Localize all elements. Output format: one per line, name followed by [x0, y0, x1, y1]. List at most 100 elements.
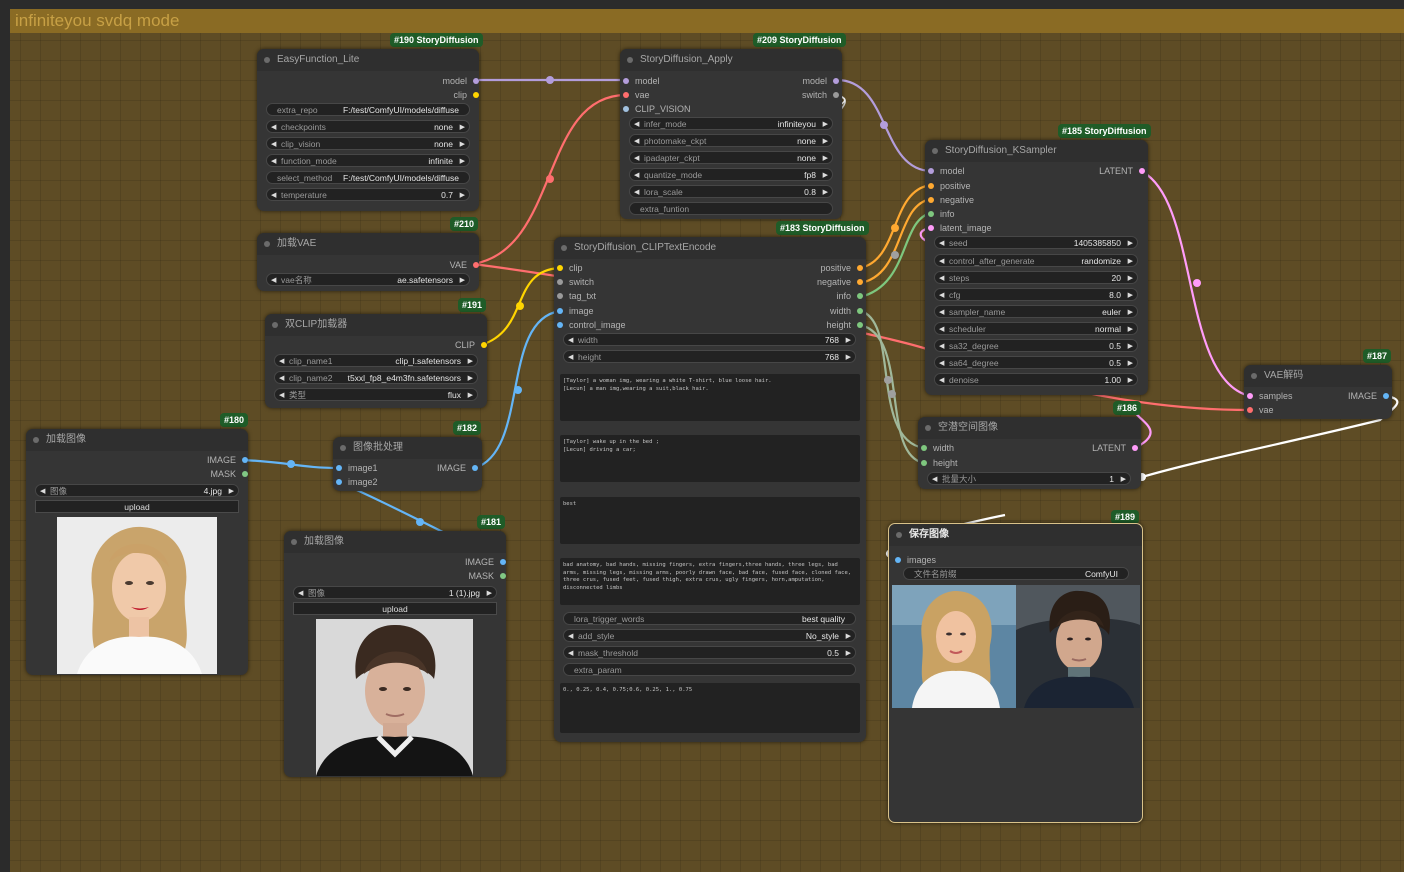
input-control-image[interactable]: control_image	[557, 318, 659, 332]
widget-lora-scale[interactable]: ◀ lora_scale 0.8 ▶	[629, 185, 833, 198]
upload-button[interactable]: upload	[293, 602, 497, 615]
widget-scheduler[interactable]: ◀ scheduler normal ▶	[934, 322, 1138, 335]
node-title[interactable]: 图像批处理	[333, 437, 482, 459]
widget-mask-threshold[interactable]: ◀ mask_threshold 0.5 ▶	[563, 646, 856, 659]
output-switch[interactable]: switch	[747, 88, 839, 102]
node-load-image-2[interactable]: 加载图像 IMAGE MASK ◀ 图像 1 (1).jpg ▶ upload	[284, 531, 506, 777]
widget-control-after-generate[interactable]: ◀ control_after_generate randomize ▶	[934, 254, 1138, 267]
widget-clip-name2[interactable]: ◀ clip_name2 t5xxl_fp8_e4m3fn.safetensors ▶	[274, 371, 478, 384]
input-clip-vision[interactable]: CLIP_VISION	[623, 102, 725, 116]
scene-prompt-textarea[interactable]: [Taylor] wake up in the bed ; [Lecun] dr…	[560, 435, 860, 482]
widget-image-select[interactable]: ◀ 图像 1 (1).jpg ▶	[293, 586, 497, 599]
widget-sa64-degree[interactable]: ◀ sa64_degree 0.5 ▶	[934, 356, 1138, 369]
widget-width[interactable]: ◀ width 768 ▶	[563, 333, 856, 346]
widget-batch-size[interactable]: ◀ 批量大小 1 ▶	[927, 472, 1131, 485]
widget-quantize-mode[interactable]: ◀ quantize_mode fp8 ▶	[629, 168, 833, 181]
node-storydiffusion-apply[interactable]: StoryDiffusion_Apply model vae CLIP_VISI…	[620, 49, 842, 219]
output-model[interactable]: model	[747, 74, 839, 88]
widget-extra-param[interactable]: extra_param	[563, 663, 856, 676]
node-title[interactable]: 加载图像	[26, 429, 248, 451]
output-negative[interactable]: negative	[771, 275, 863, 289]
collapse-dot-icon[interactable]	[272, 322, 278, 328]
output-clip[interactable]: CLIP	[395, 338, 487, 352]
widget-clip-type[interactable]: ◀ 类型 flux ▶	[274, 388, 478, 401]
output-info[interactable]: info	[771, 289, 863, 303]
character-prompt-textarea[interactable]: [Taylor] a woman img, wearing a white T-…	[560, 374, 860, 421]
widget-select-method[interactable]: select_method F:/test/ComfyUI/models/diff…	[266, 171, 470, 184]
widget-function-mode[interactable]: ◀ function_mode infinite ▶	[266, 154, 470, 167]
input-clip[interactable]: clip	[557, 261, 639, 275]
output-image[interactable]: IMAGE	[1317, 389, 1389, 403]
output-latent[interactable]: LATENT	[1046, 441, 1138, 455]
widget-cfg[interactable]: ◀ cfg 8.0 ▶	[934, 288, 1138, 301]
upload-button[interactable]: upload	[35, 500, 239, 513]
collapse-dot-icon[interactable]	[33, 437, 39, 443]
node-title[interactable]: 保存图像	[889, 524, 1142, 546]
node-image-batch[interactable]: 图像批处理 image1 image2 IMAGE	[333, 437, 482, 491]
node-title[interactable]: 双CLIP加载器	[265, 314, 487, 336]
output-image[interactable]: IMAGE	[414, 555, 506, 569]
input-model[interactable]: model	[623, 74, 715, 88]
output-image[interactable]: IMAGE	[406, 461, 478, 475]
group-header[interactable]: infiniteyou svdq mode	[10, 9, 1404, 33]
input-images[interactable]: images	[895, 553, 967, 567]
output-image[interactable]: IMAGE	[156, 453, 248, 467]
output-latent[interactable]: LATENT	[1053, 164, 1145, 178]
widget-vae-name[interactable]: ◀ vae名称 ae.safetensors ▶	[266, 273, 470, 286]
input-tag-txt[interactable]: tag_txt	[557, 289, 639, 303]
input-width[interactable]: width	[921, 441, 993, 455]
positive-prompt-textarea[interactable]: best	[560, 497, 860, 544]
collapse-dot-icon[interactable]	[291, 539, 297, 545]
widget-sampler-name[interactable]: ◀ sampler_name euler ▶	[934, 305, 1138, 318]
node-title[interactable]: EasyFunction_Lite	[257, 49, 479, 71]
input-vae[interactable]: vae	[1247, 403, 1319, 417]
input-image[interactable]: image	[557, 304, 639, 318]
node-title[interactable]: 加载VAE	[257, 233, 479, 255]
output-model[interactable]: model	[347, 74, 479, 88]
output-mask[interactable]: MASK	[414, 569, 506, 583]
collapse-dot-icon[interactable]	[340, 445, 346, 451]
node-title[interactable]: StoryDiffusion_Apply	[620, 49, 842, 71]
output-clip[interactable]: clip	[347, 88, 479, 102]
input-negative[interactable]: negative	[928, 193, 1020, 207]
output-width[interactable]: width	[771, 304, 863, 318]
input-samples[interactable]: samples	[1247, 389, 1319, 403]
node-title[interactable]: StoryDiffusion_CLIPTextEncode	[554, 237, 866, 259]
node-empty-latent-image[interactable]: 空潜空间图像 width height LATENT ◀ 批量大小 1 ▶	[918, 417, 1141, 489]
widget-extra-repo[interactable]: extra_repo F:/test/ComfyUI/models/diffuse	[266, 103, 470, 116]
input-positive[interactable]: positive	[928, 179, 1020, 193]
collapse-dot-icon[interactable]	[1251, 373, 1257, 379]
collapse-dot-icon[interactable]	[264, 241, 270, 247]
collapse-dot-icon[interactable]	[264, 57, 270, 63]
widget-lora-trigger-words[interactable]: lora_trigger_words best quality	[563, 612, 856, 625]
input-switch[interactable]: switch	[557, 275, 639, 289]
node-storydiffusion-ksampler[interactable]: StoryDiffusion_KSampler model positive n…	[925, 140, 1148, 395]
widget-steps[interactable]: ◀ steps 20 ▶	[934, 271, 1138, 284]
widget-extra-funtion[interactable]: extra_funtion	[629, 202, 833, 215]
input-image1[interactable]: image1	[336, 461, 408, 475]
node-storydiffusion-cliptextencode[interactable]: StoryDiffusion_CLIPTextEncode clip switc…	[554, 237, 866, 742]
widget-clip-vision[interactable]: ◀ clip_vision none ▶	[266, 137, 470, 150]
node-dual-clip-loader[interactable]: 双CLIP加载器 CLIP ◀ clip_name1 clip_l.safetens…	[265, 314, 487, 408]
canvas[interactable]: infiniteyou svdq mode #190 StoryDiffusio…	[0, 0, 1404, 872]
widget-clip-name1[interactable]: ◀ clip_name1 clip_l.safetensors ▶	[274, 354, 478, 367]
widget-denoise[interactable]: ◀ denoise 1.00 ▶	[934, 373, 1138, 386]
node-title[interactable]: 加载图像	[284, 531, 506, 553]
node-save-image[interactable]: 保存图像 images 文件名前缀 ComfyUI	[888, 523, 1143, 823]
node-title[interactable]: 空潜空间图像	[918, 417, 1141, 439]
node-load-image-1[interactable]: 加载图像 IMAGE MASK ◀ 图像 4.jpg ▶ upload	[26, 429, 248, 675]
widget-ipadapter-ckpt[interactable]: ◀ ipadapter_ckpt none ▶	[629, 151, 833, 164]
widget-height[interactable]: ◀ height 768 ▶	[563, 350, 856, 363]
input-model[interactable]: model	[928, 164, 1020, 178]
input-vae[interactable]: vae	[623, 88, 715, 102]
input-info[interactable]: info	[928, 207, 1020, 221]
input-image2[interactable]: image2	[336, 475, 408, 489]
output-positive[interactable]: positive	[771, 261, 863, 275]
widget-checkpoints[interactable]: ◀ checkpoints none ▶	[266, 120, 470, 133]
widget-infer-mode[interactable]: ◀ infer_mode infiniteyou ▶	[629, 117, 833, 130]
collapse-dot-icon[interactable]	[896, 532, 902, 538]
widget-photomake-ckpt[interactable]: ◀ photomake_ckpt none ▶	[629, 134, 833, 147]
collapse-dot-icon[interactable]	[925, 425, 931, 431]
output-vae[interactable]: VAE	[387, 258, 479, 272]
node-load-vae[interactable]: 加载VAE VAE ◀ vae名称 ae.safetensors ▶	[257, 233, 479, 291]
